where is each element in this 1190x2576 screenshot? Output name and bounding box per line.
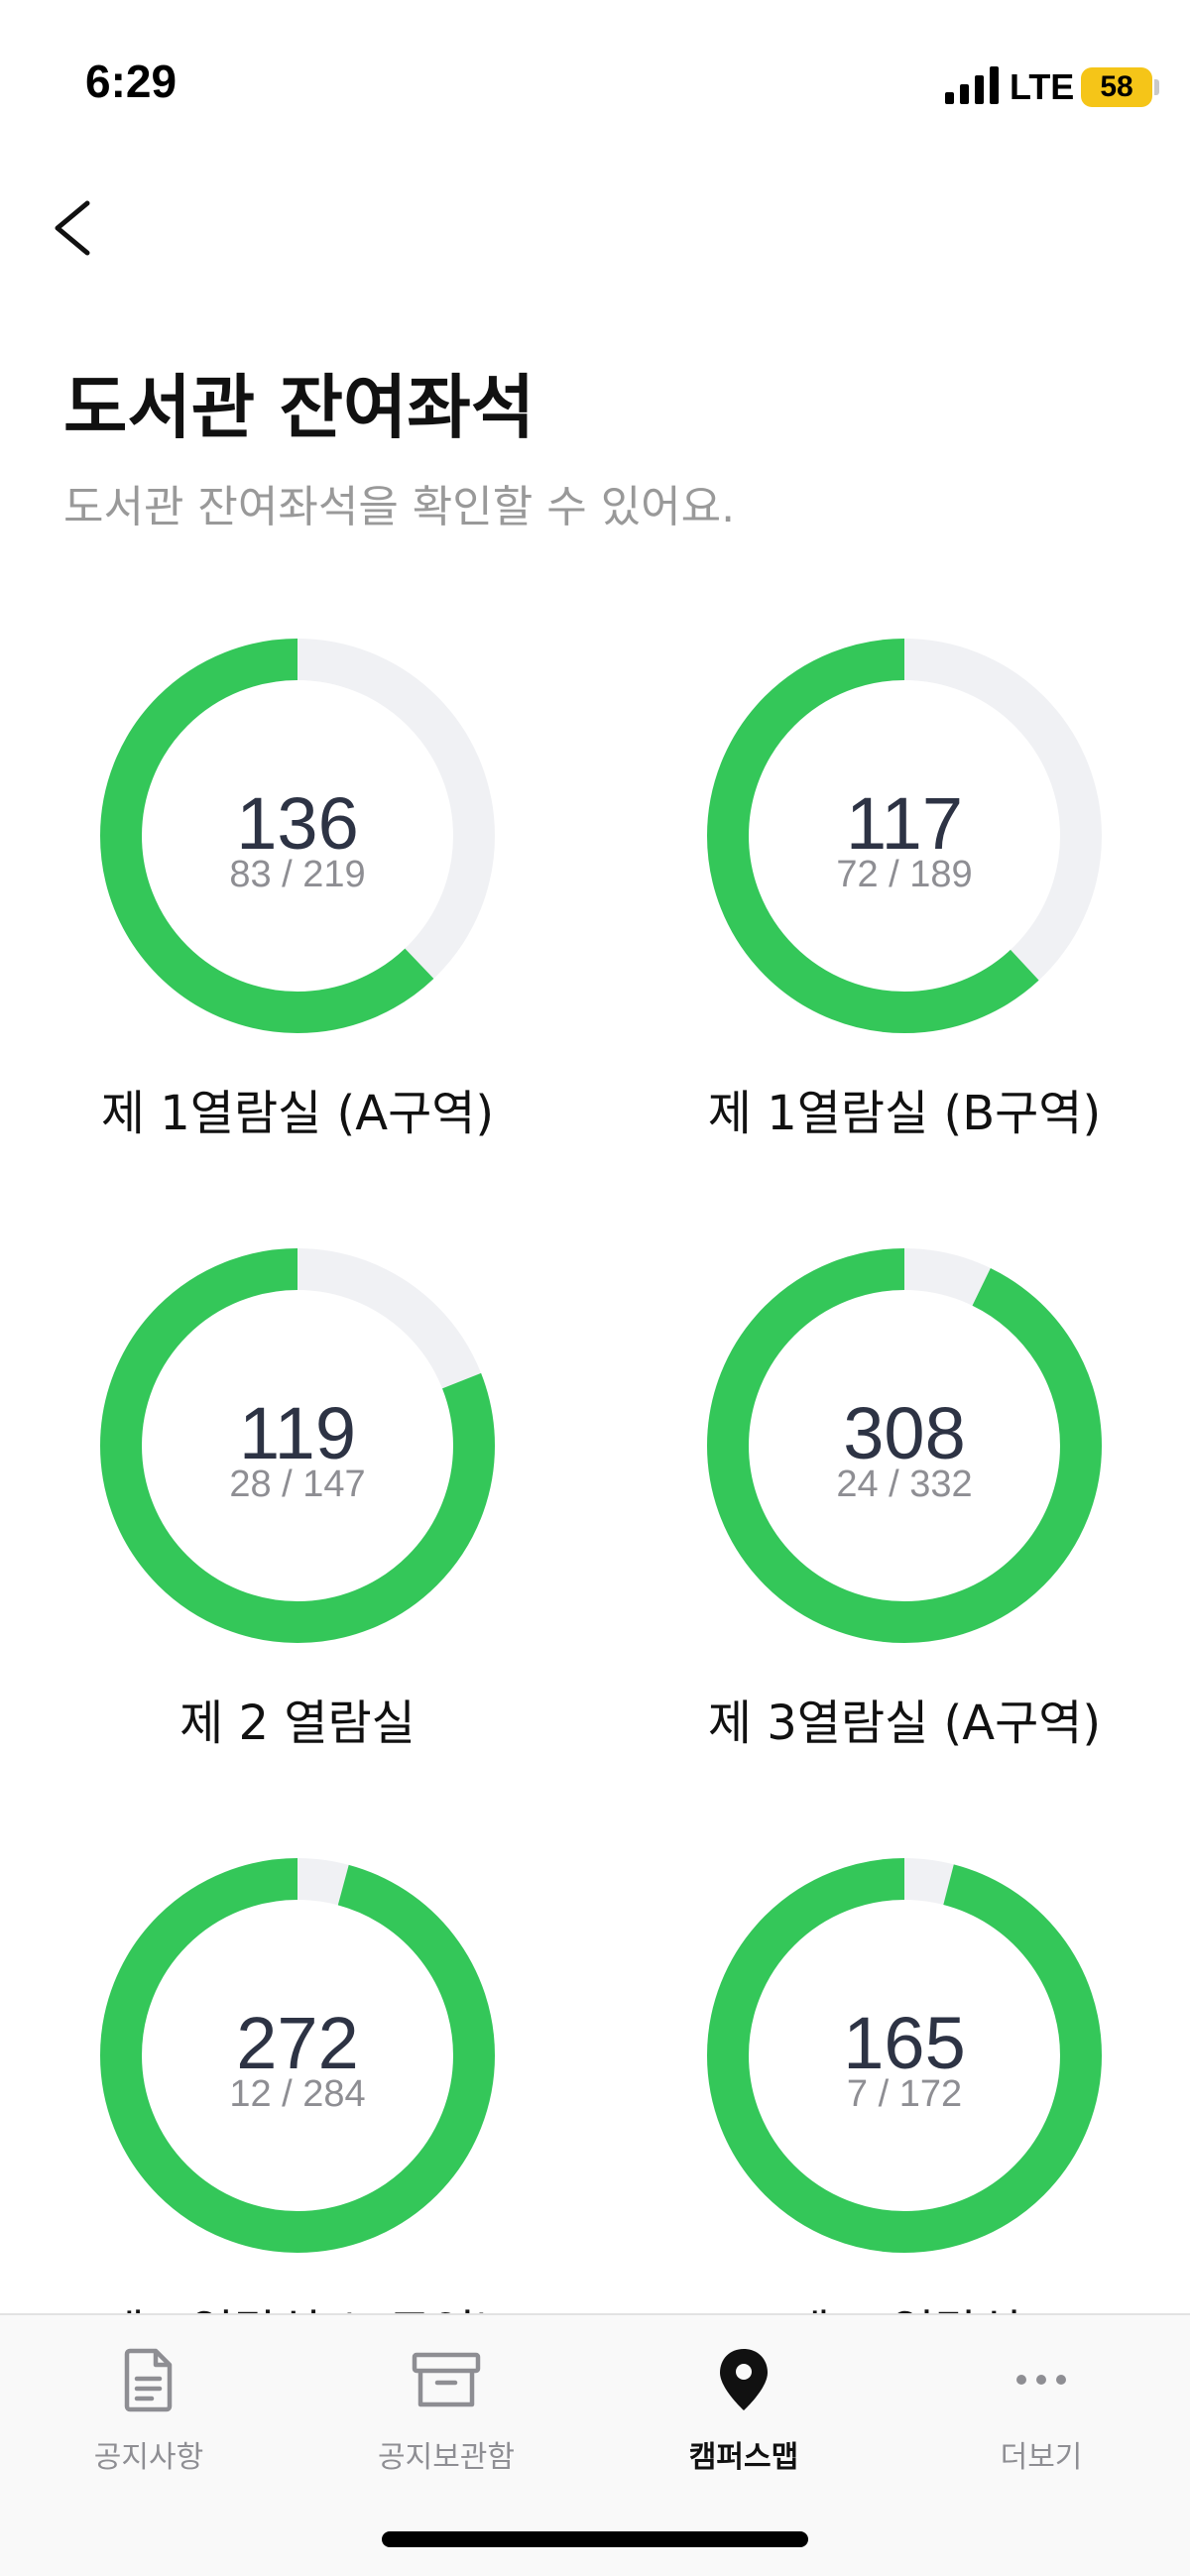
- used-total-ratio: 24 / 332: [836, 1464, 973, 1505]
- tab-campus-map[interactable]: 캠퍼스맵: [595, 2345, 892, 2484]
- tab-label: 더보기: [1000, 2440, 1083, 2475]
- tab-notice-archive[interactable]: 공지보관함: [298, 2345, 595, 2484]
- home-indicator: [382, 2531, 808, 2547]
- room-card[interactable]: 308 24 / 332 제 3열람실 (A구역): [607, 1247, 1190, 1862]
- document-icon: [124, 2348, 173, 2412]
- room-name: 제 3열람실 (A구역): [707, 1696, 1102, 1751]
- status-time: 6:29: [85, 56, 178, 107]
- more-dots-icon: [1016, 2375, 1066, 2385]
- used-total-ratio: 72 / 189: [836, 854, 973, 895]
- tab-notices[interactable]: 공지사항: [0, 2345, 298, 2484]
- battery-cap: [1154, 79, 1159, 95]
- page-title: 도서관 잔여좌석: [63, 367, 536, 448]
- library-seats-screen: 6:29 LTE 58 도서관 잔여좌석 도서관 잔여좌석을 확인할 수 있어요…: [0, 0, 1190, 2576]
- tab-label: 공지사항: [93, 2440, 204, 2475]
- tab-label: 캠퍼스맵: [688, 2440, 799, 2475]
- archive-box-icon: [412, 2352, 481, 2407]
- network-type-label: LTE: [1010, 66, 1075, 107]
- cellular-signal-icon: [945, 66, 999, 104]
- back-button[interactable]: [40, 183, 109, 273]
- used-total-ratio: 7 / 172: [846, 2073, 963, 2115]
- room-card[interactable]: 119 28 / 147 제 2 열람실: [0, 1247, 595, 1862]
- battery-indicator: 58: [1081, 67, 1152, 107]
- room-name: 제 1열람실 (A구역): [100, 1086, 495, 1141]
- room-name: 제 2 열람실: [179, 1696, 416, 1751]
- page-subtitle: 도서관 잔여좌석을 확인할 수 있어요.: [63, 482, 736, 532]
- room-card[interactable]: 117 72 / 189 제 1열람실 (B구역): [607, 638, 1190, 1252]
- used-total-ratio: 28 / 147: [229, 1464, 366, 1505]
- used-total-ratio: 12 / 284: [229, 2073, 366, 2115]
- room-name: 제 1열람실 (B구역): [707, 1086, 1102, 1141]
- used-total-ratio: 83 / 219: [229, 854, 366, 895]
- status-bar: 6:29 LTE 58: [0, 0, 1190, 169]
- tab-more[interactable]: 더보기: [892, 2345, 1190, 2484]
- tab-label: 공지보관함: [378, 2440, 515, 2475]
- chevron-left-icon: [55, 200, 90, 256]
- room-card[interactable]: 136 83 / 219 제 1열람실 (A구역): [0, 638, 595, 1252]
- map-pin-icon: [720, 2349, 768, 2410]
